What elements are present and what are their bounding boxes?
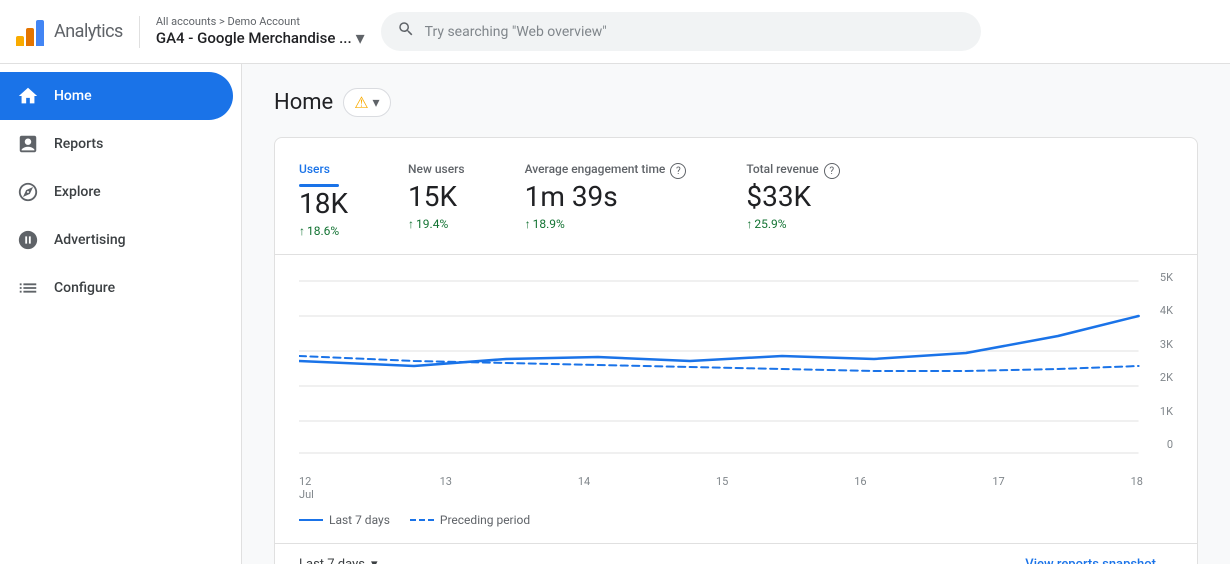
chart-svg [299, 271, 1173, 456]
x-label-18: 18 [1131, 475, 1143, 501]
metric-engagement: Average engagement time ? 1m 39s 18.9% [525, 162, 687, 238]
y-label-5k: 5K [1160, 271, 1173, 284]
app-header: Analytics All accounts > Demo Account GA… [0, 0, 1230, 64]
x-label-13: 13 [440, 475, 452, 501]
logo-bar-1 [16, 36, 24, 46]
metric-revenue-change: 25.9% [746, 217, 839, 231]
engagement-info-icon[interactable]: ? [670, 163, 686, 179]
view-reports-label: View reports snapshot [1025, 557, 1156, 564]
legend-dashed-line [410, 519, 434, 521]
home-icon [16, 84, 40, 108]
app-name: Analytics [54, 21, 123, 42]
legend-current: Last 7 days [299, 513, 390, 527]
metric-engagement-label: Average engagement time [525, 162, 666, 176]
metrics-row: Users 18K 18.6% New users 15K 19.4% Aver… [275, 138, 1197, 255]
sidebar-item-explore-label: Explore [54, 184, 101, 200]
card-footer: Last 7 days ▾ View reports snapshot → [275, 543, 1197, 564]
warning-icon: ⚠ [354, 93, 368, 112]
metric-revenue: Total revenue ? $33K 25.9% [746, 162, 839, 238]
y-axis-labels: 5K 4K 3K 2K 1K 0 [1160, 271, 1173, 471]
x-label-12: 12 Jul [299, 475, 314, 501]
sidebar-item-configure-label: Configure [54, 280, 115, 296]
legend-previous: Preceding period [410, 513, 530, 527]
sidebar: Home Reports Explore Advertising [0, 64, 242, 564]
date-range-label: Last 7 days [299, 557, 365, 564]
x-date-12: 12 [299, 475, 311, 488]
logo-bar-3 [36, 20, 44, 46]
legend-solid-line [299, 519, 323, 521]
sidebar-item-advertising-label: Advertising [54, 232, 126, 248]
sidebar-item-reports[interactable]: Reports [0, 120, 233, 168]
account-breadcrumb: All accounts > Demo Account [156, 15, 365, 28]
warning-button[interactable]: ⚠ ▾ [343, 88, 390, 117]
metric-users-label-container: Users [299, 162, 348, 187]
metric-revenue-value: $33K [746, 180, 839, 213]
sidebar-item-configure[interactable]: Configure [0, 264, 233, 312]
x-label-17: 17 [992, 475, 1004, 501]
logo-bar-2 [26, 28, 34, 46]
search-placeholder: Try searching "Web overview" [425, 24, 607, 40]
sidebar-item-reports-label: Reports [54, 136, 103, 152]
metric-engagement-value: 1m 39s [525, 180, 687, 213]
metric-users-label: Users [299, 162, 348, 176]
account-dropdown-arrow: ▾ [356, 28, 365, 49]
metric-users-change: 18.6% [299, 224, 348, 238]
search-icon [397, 20, 415, 43]
x-label-14: 14 [578, 475, 590, 501]
search-bar[interactable]: Try searching "Web overview" [381, 12, 981, 51]
y-label-1k: 1K [1160, 405, 1173, 418]
warning-dropdown-arrow: ▾ [373, 95, 380, 111]
x-label-15: 15 [716, 475, 728, 501]
logo-area: Analytics [16, 18, 123, 46]
sidebar-item-explore[interactable]: Explore [0, 168, 233, 216]
advertising-icon [16, 228, 40, 252]
metric-users: Users 18K 18.6% [299, 162, 348, 238]
metric-users-value: 18K [299, 187, 348, 220]
configure-icon [16, 276, 40, 300]
metrics-card: Users 18K 18.6% New users 15K 19.4% Aver… [274, 137, 1198, 564]
metric-new-users-label: New users [408, 162, 465, 176]
view-reports-link[interactable]: View reports snapshot → [1025, 556, 1173, 564]
legend-previous-label: Preceding period [440, 513, 530, 527]
x-axis-labels: 12 Jul 13 14 15 16 17 18 [299, 471, 1173, 505]
page-title-row: Home ⚠ ▾ [274, 88, 1198, 117]
legend-row: Last 7 days Preceding period [275, 505, 1197, 543]
sidebar-item-home-label: Home [54, 88, 92, 104]
x-month-jul: Jul [299, 488, 314, 501]
legend-current-label: Last 7 days [329, 513, 390, 527]
y-label-3k: 3K [1160, 338, 1173, 351]
y-label-0: 0 [1160, 438, 1173, 451]
explore-icon [16, 180, 40, 204]
header-divider [139, 16, 140, 48]
x-label-16: 16 [854, 475, 866, 501]
page-title: Home [274, 90, 333, 115]
date-range-arrow: ▾ [371, 557, 378, 564]
metric-new-users-value: 15K [408, 180, 465, 213]
y-label-2k: 2K [1160, 371, 1173, 384]
metric-revenue-label: Total revenue [746, 162, 818, 176]
chart-container: 5K 4K 3K 2K 1K 0 [299, 271, 1173, 471]
body-area: Home Reports Explore Advertising [0, 64, 1230, 564]
main-content: Home ⚠ ▾ Users 18K 18.6% [242, 64, 1230, 564]
account-selector[interactable]: GA4 - Google Merchandise ... ▾ [156, 28, 365, 49]
sidebar-item-advertising[interactable]: Advertising [0, 216, 233, 264]
y-label-4k: 4K [1160, 304, 1173, 317]
chart-area: 5K 4K 3K 2K 1K 0 12 Jul 13 14 [275, 255, 1197, 505]
account-name: GA4 - Google Merchandise ... [156, 29, 352, 47]
metric-engagement-change: 18.9% [525, 217, 687, 231]
date-range-button[interactable]: Last 7 days ▾ [299, 557, 378, 564]
reports-icon [16, 132, 40, 156]
analytics-logo [16, 18, 44, 46]
account-info: All accounts > Demo Account GA4 - Google… [156, 15, 365, 49]
sidebar-item-home[interactable]: Home [0, 72, 233, 120]
view-reports-arrow: → [1160, 556, 1173, 564]
metric-new-users-change: 19.4% [408, 217, 465, 231]
metric-new-users: New users 15K 19.4% [408, 162, 465, 238]
revenue-info-icon[interactable]: ? [824, 163, 840, 179]
